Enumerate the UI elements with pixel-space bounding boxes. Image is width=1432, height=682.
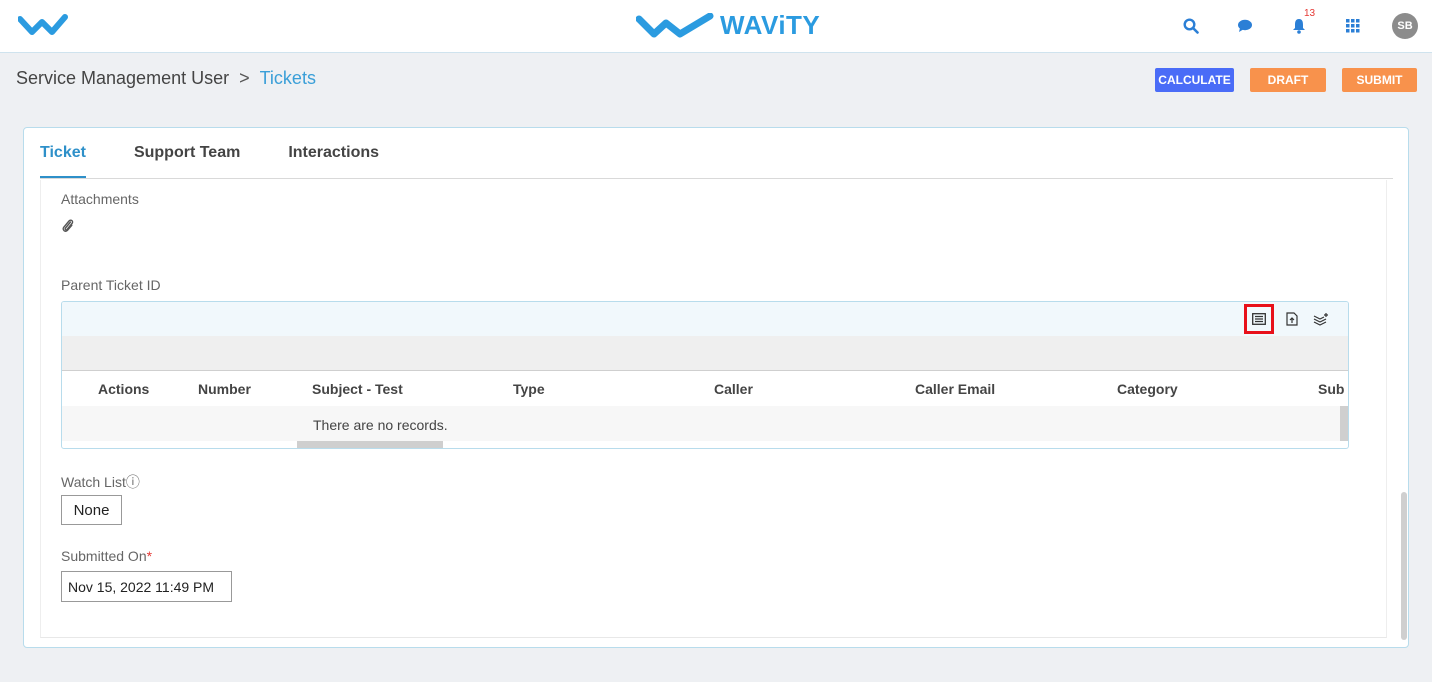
brand-mark-icon bbox=[636, 12, 714, 37]
calculate-button[interactable]: CALCULATE bbox=[1155, 68, 1234, 92]
wavity-logo-icon[interactable] bbox=[17, 14, 68, 41]
attachments-label: Attachments bbox=[61, 191, 139, 207]
column-header[interactable]: Sub C bbox=[1318, 381, 1348, 397]
brand-name: WAViTY bbox=[720, 10, 821, 40]
parent-ticket-grid: Actions Number Subject - Test Type Calle… bbox=[61, 301, 1349, 449]
column-header[interactable]: Category bbox=[1117, 381, 1178, 397]
column-header[interactable]: Actions bbox=[98, 381, 149, 397]
column-header[interactable]: Type bbox=[513, 381, 545, 397]
watch-list-value[interactable]: None bbox=[61, 495, 122, 525]
grid-group-row bbox=[62, 336, 1348, 371]
tab-interactions[interactable]: Interactions bbox=[288, 128, 379, 178]
grid-vertical-scrollbar[interactable] bbox=[1340, 406, 1348, 441]
required-marker: * bbox=[146, 548, 153, 564]
draft-button[interactable]: DRAFT bbox=[1250, 68, 1326, 92]
search-icon[interactable] bbox=[1176, 12, 1206, 40]
layers-add-icon[interactable] bbox=[1310, 308, 1332, 330]
breadcrumb-current[interactable]: Tickets bbox=[260, 68, 316, 89]
breadcrumb-separator: > bbox=[239, 68, 250, 88]
grid-toolbar bbox=[62, 302, 1348, 336]
grid-header-row: Actions Number Subject - Test Type Calle… bbox=[62, 371, 1348, 406]
list-view-icon[interactable] bbox=[1244, 304, 1274, 334]
tab-support-team[interactable]: Support Team bbox=[134, 128, 240, 178]
chat-icon[interactable] bbox=[1230, 12, 1260, 40]
panel-scrollbar[interactable] bbox=[1401, 492, 1407, 640]
submit-button[interactable]: SUBMIT bbox=[1342, 68, 1417, 92]
submitted-on-label-text: Submitted On bbox=[61, 548, 147, 564]
submitted-on-label: Submitted On* bbox=[61, 548, 152, 564]
tab-ticket[interactable]: Ticket bbox=[40, 128, 86, 178]
column-header[interactable]: Number bbox=[198, 381, 251, 397]
column-header[interactable]: Caller Email bbox=[915, 381, 995, 397]
paperclip-icon[interactable] bbox=[61, 218, 75, 239]
grid-body: There are no records. bbox=[62, 406, 1348, 441]
breadcrumb: Service Management User > Tickets bbox=[16, 68, 316, 89]
grid-horizontal-scrollbar[interactable] bbox=[297, 441, 443, 448]
parent-ticket-label: Parent Ticket ID bbox=[61, 277, 161, 293]
breadcrumb-parent[interactable]: Service Management User bbox=[16, 68, 229, 89]
ticket-card: Ticket Support Team Interactions Attachm… bbox=[23, 127, 1409, 648]
watch-list-label: Watch Listⓘ bbox=[61, 474, 140, 490]
notification-count: 13 bbox=[1304, 8, 1316, 19]
column-header[interactable]: Subject - Test bbox=[312, 381, 403, 397]
brand-logo[interactable]: WAViTY bbox=[636, 10, 820, 41]
export-file-icon[interactable] bbox=[1281, 308, 1303, 330]
top-bar: WAViTY 13 SB bbox=[0, 0, 1432, 53]
empty-message: There are no records. bbox=[313, 417, 448, 433]
apps-grid-icon[interactable] bbox=[1338, 12, 1368, 40]
user-avatar[interactable]: SB bbox=[1392, 13, 1418, 39]
submitted-on-field[interactable]: Nov 15, 2022 11:49 PM bbox=[61, 571, 232, 602]
column-header[interactable]: Caller bbox=[714, 381, 753, 397]
action-buttons: CALCULATE DRAFT SUBMIT bbox=[1155, 68, 1417, 92]
notification-bell-icon[interactable]: 13 bbox=[1284, 8, 1315, 40]
tab-bar: Ticket Support Team Interactions bbox=[40, 128, 1393, 179]
